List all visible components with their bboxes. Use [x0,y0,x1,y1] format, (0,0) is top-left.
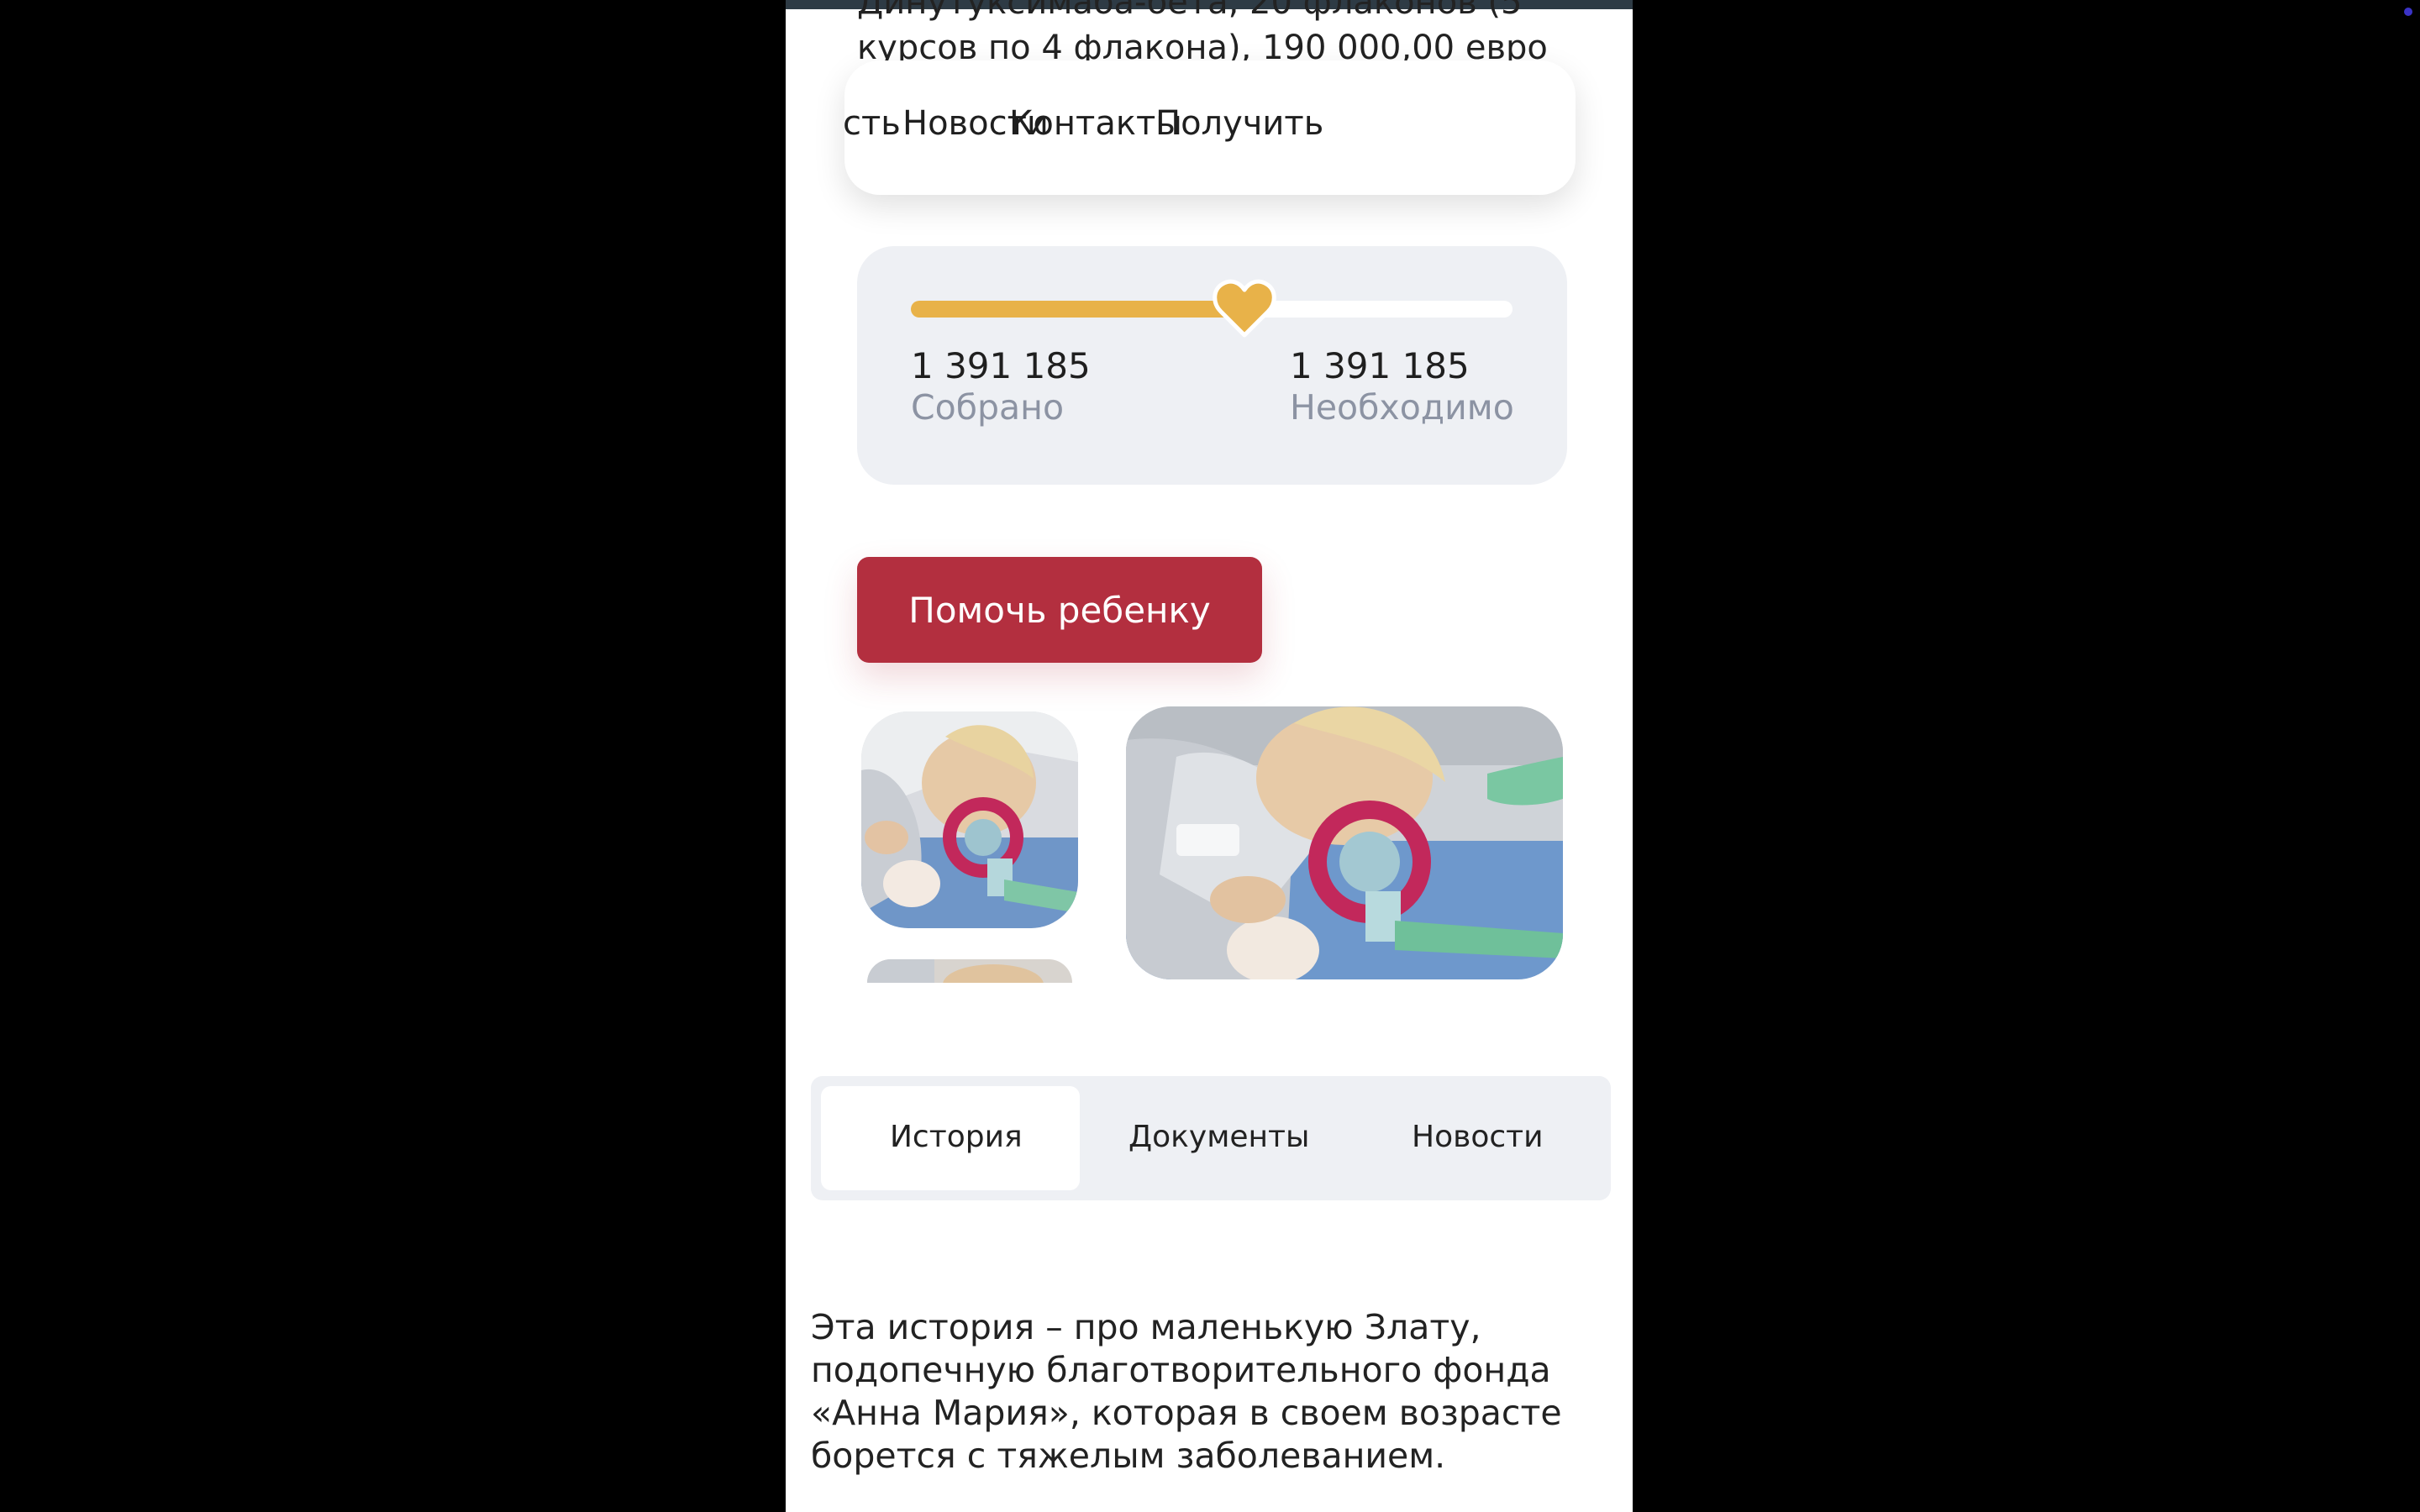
help-child-button[interactable]: Помочь ребенку [857,557,1262,663]
collected-label: Собрано [911,387,1065,428]
gallery-thumbnail[interactable] [861,711,1078,928]
story-text: Эта история – про маленькую Злату, подоп… [811,1307,1562,1476]
required-amount: 1 391 185 [1290,345,1470,386]
tab-news[interactable]: Новости [1412,1120,1544,1154]
progress-fill [911,301,1245,318]
status-dot [2404,8,2412,16]
required-label: Необходимо [1290,387,1514,428]
nav-item-get-help[interactable]: Получить [1155,104,1323,143]
collected-amount: 1 391 185 [911,345,1091,386]
child-photo [861,711,1078,928]
child-photo [867,959,1072,983]
fundraising-progress-card: 1 391 185 Собрано 1 391 185 Необходимо [857,246,1567,485]
mobile-viewport: Динутуксимаба-бета, 20 флаконов (5 курсо… [786,0,1633,1512]
gallery-main-photo[interactable] [1126,706,1563,979]
top-navigation: сть Новости Контакты Получить [844,60,1576,195]
nav-item-partial[interactable]: сть [844,104,901,143]
heart-icon [1213,279,1277,338]
tab-history[interactable]: История [890,1120,1023,1154]
child-photo [1126,706,1563,979]
gallery-thumbnail[interactable] [867,959,1072,983]
content-tabs: История Документы Новости [811,1076,1611,1200]
tab-documents[interactable]: Документы [1128,1120,1309,1154]
